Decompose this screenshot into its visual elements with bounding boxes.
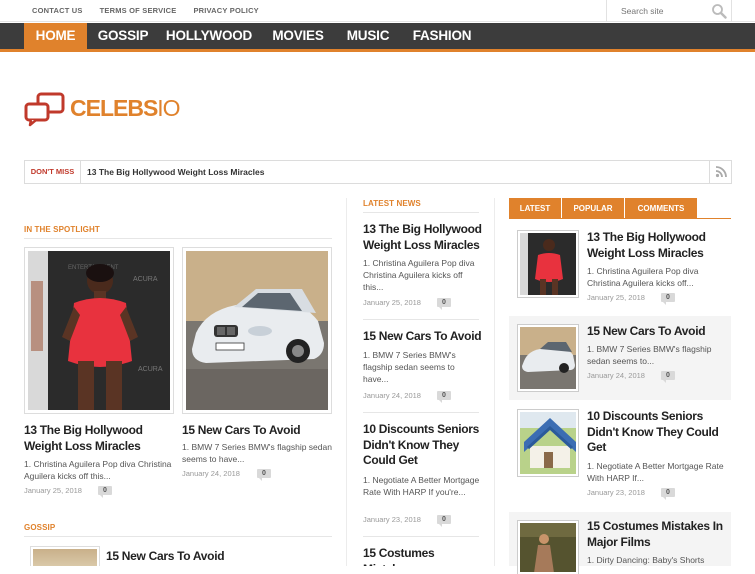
nav-fashion[interactable]: FASHION <box>404 23 480 49</box>
latest-news-separator <box>363 536 479 537</box>
sidebar-post-3-excerpt: 1. Negotiate A Better Mortgage Rate With… <box>587 461 724 483</box>
sidebar-post-2-title[interactable]: 15 New Cars To Avoid <box>587 324 729 340</box>
celebrity-thumb-icon <box>520 233 563 295</box>
gossip-thumb-1[interactable] <box>30 546 100 566</box>
site-logo[interactable]: CELEBSIO <box>24 92 181 128</box>
latest-post-3-excerpt: 1. Negotiate A Better Mortgage Rate With… <box>363 475 480 497</box>
latest-post-3-title[interactable]: 10 Discounts Seniors Didn't Know They Co… <box>363 422 481 469</box>
spotlight-divider <box>24 238 332 239</box>
sidebar-post-3: 10 Discounts Seniors Didn't Know They Co… <box>509 401 731 505</box>
nav-home[interactable]: HOME <box>24 23 87 49</box>
tabs-underline <box>509 218 731 219</box>
latest-news-divider <box>363 212 479 213</box>
latest-post-3-date: January 23, 2018 <box>363 515 421 524</box>
svg-text:ACURA: ACURA <box>138 366 163 373</box>
sidebar-post-2-excerpt: 1. BMW 7 Series BMW's flagship sedan see… <box>587 344 712 366</box>
tab-latest[interactable]: LATEST <box>509 198 561 219</box>
latest-post-2-title[interactable]: 15 New Cars To Avoid <box>363 329 483 345</box>
nav-hollywood[interactable]: HOLLYWOOD <box>160 23 258 49</box>
svg-text:ACURA: ACURA <box>133 276 158 283</box>
search-input[interactable] <box>607 0 707 21</box>
nav-music[interactable]: MUSIC <box>338 23 398 49</box>
tab-popular[interactable]: POPULAR <box>562 198 624 219</box>
latest-news-heading: LATEST NEWS <box>363 199 421 208</box>
sidebar-post-4-excerpt: 1. Dirty Dancing: Baby's Shorts <box>587 555 705 565</box>
sidebar-post-2-date: January 24, 2018 <box>587 371 645 380</box>
latest-post-1-title[interactable]: 13 The Big Hollywood Weight Loss Miracle… <box>363 222 483 253</box>
latest-post-3-comments[interactable]: 0 <box>437 515 451 527</box>
sidebar-post-2-thumb[interactable] <box>517 324 579 392</box>
house-thumb-icon <box>520 412 576 474</box>
gossip-post-1-title[interactable]: 15 New Cars To Avoid <box>106 549 332 565</box>
nav-movies[interactable]: MOVIES <box>262 23 334 49</box>
spotlight-heading: IN THE SPOTLIGHT <box>24 225 100 234</box>
sidebar-post-3-title[interactable]: 10 Discounts Seniors Didn't Know They Co… <box>587 409 729 456</box>
terms-of-service-link[interactable]: TERMS OF SERVICE <box>100 6 177 15</box>
sidebar-post-2-comments[interactable]: 0 <box>661 371 675 383</box>
rss-icon <box>715 166 727 178</box>
latest-news-separator <box>363 412 479 413</box>
latest-post-2-date: January 24, 2018 <box>363 391 421 400</box>
spotlight-post-1-comments[interactable]: 0 <box>98 486 112 498</box>
spotlight-post-1-date: January 25, 2018 <box>24 486 82 495</box>
latest-news-separator <box>363 319 479 320</box>
contact-us-link[interactable]: CONTACT US <box>32 6 83 15</box>
latest-post-1-comments[interactable]: 0 <box>437 298 451 310</box>
ticker-label: DON'T MISS <box>25 161 81 183</box>
latest-post-2-excerpt: 1. BMW 7 Series BMW's flagship sedan see… <box>363 350 456 384</box>
rss-button[interactable] <box>709 161 731 183</box>
spotlight-post-1-title[interactable]: 13 The Big Hollywood Weight Loss Miracle… <box>24 423 176 454</box>
latest-post-2-comments[interactable]: 0 <box>437 391 451 403</box>
sidebar-post-1-excerpt: 1. Christina Aguilera Pop diva Christina… <box>587 266 699 288</box>
latest-post-4-title[interactable]: 15 Costumes Mistakes <box>363 546 483 566</box>
sidebar-post-1: 13 The Big Hollywood Weight Loss Miracle… <box>509 222 731 306</box>
gossip-heading: GOSSIP <box>24 523 56 532</box>
car-thumb-icon <box>520 327 576 389</box>
ticker-headline[interactable]: 13 The Big Hollywood Weight Loss Miracle… <box>87 161 264 183</box>
sidebar-post-1-title[interactable]: 13 The Big Hollywood Weight Loss Miracle… <box>587 230 729 261</box>
logo-mark-icon <box>24 92 65 127</box>
search-icon[interactable] <box>711 3 727 19</box>
news-ticker: DON'T MISS 13 The Big Hollywood Weight L… <box>24 160 732 184</box>
spotlight-post-2-excerpt: 1. BMW 7 Series BMW's flagship sedan see… <box>182 442 332 464</box>
top-bar: CONTACT US TERMS OF SERVICE PRIVACY POLI… <box>0 0 755 22</box>
tab-comments[interactable]: COMMENTS <box>625 198 697 219</box>
top-links: CONTACT US TERMS OF SERVICE PRIVACY POLI… <box>32 6 276 15</box>
logo-text: CELEBSIO <box>70 95 181 121</box>
sidebar-post-2: 15 New Cars To Avoid 1. BMW 7 Series BMW… <box>509 316 731 400</box>
main-nav: HOME GOSSIP HOLLYWOOD MOVIES MUSIC FASHI… <box>0 23 755 52</box>
sidebar-post-1-comments[interactable]: 0 <box>661 293 675 305</box>
sidebar-post-1-date: January 25, 2018 <box>587 293 645 302</box>
privacy-policy-link[interactable]: PRIVACY POLICY <box>193 6 258 15</box>
column-divider-left <box>346 198 347 566</box>
celebrity-photo-icon: ACURA ACURA ENTERTAINMENT <box>28 251 170 410</box>
spotlight-post-2-date: January 24, 2018 <box>182 469 240 478</box>
gossip-divider <box>24 536 332 537</box>
sidebar-tabs: LATEST POPULAR COMMENTS <box>509 198 698 219</box>
spotlight-post-2-title[interactable]: 15 New Cars To Avoid <box>182 423 334 439</box>
sidebar-post-4-title[interactable]: 15 Costumes Mistakes In Major Films <box>587 519 729 550</box>
sidebar-post-3-comments[interactable]: 0 <box>661 488 675 500</box>
car-photo-icon <box>186 251 328 410</box>
latest-post-1-date: January 25, 2018 <box>363 298 421 307</box>
sidebar-post-3-thumb[interactable] <box>517 409 579 477</box>
spotlight-image-1[interactable]: ACURA ACURA ENTERTAINMENT <box>24 247 174 414</box>
column-divider-right <box>494 198 495 566</box>
search-box <box>606 0 732 22</box>
nav-gossip[interactable]: GOSSIP <box>90 23 156 49</box>
spotlight-post-2-comments[interactable]: 0 <box>257 469 271 481</box>
spotlight-image-2[interactable] <box>182 247 332 414</box>
sidebar-post-3-date: January 23, 2018 <box>587 488 645 497</box>
sidebar-post-1-thumb[interactable] <box>517 230 579 298</box>
spotlight-post-1-excerpt: 1. Christina Aguilera Pop diva Christina… <box>24 459 172 481</box>
sidebar-post-4: 15 Costumes Mistakes In Major Films 1. D… <box>509 512 731 574</box>
latest-post-1-excerpt: 1. Christina Aguilera Pop diva Christina… <box>363 258 475 292</box>
film-still-thumb-icon <box>520 523 576 572</box>
